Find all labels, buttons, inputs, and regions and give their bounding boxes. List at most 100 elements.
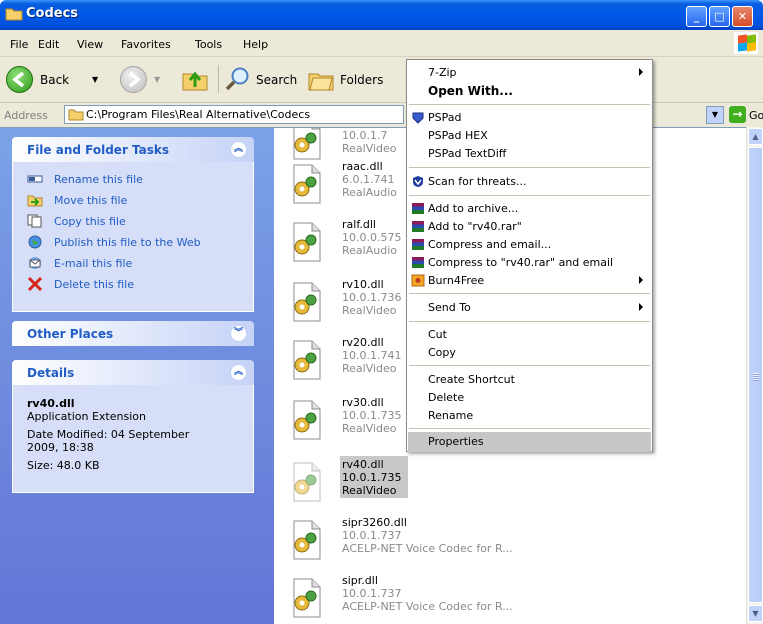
file-version: 10.0.1.741 — [342, 349, 402, 362]
menu-item-pspad[interactable]: PSPad — [408, 108, 651, 128]
menu-item-pspad-hex[interactable]: PSPad HEX — [408, 126, 651, 146]
menu-item-label: Add to "rv40.rar" — [428, 220, 522, 233]
details-type: Application Extension — [27, 410, 146, 423]
panel-title: Other Places — [27, 327, 114, 341]
menu-bar: File Edit View Favorites Tools Help — [0, 30, 763, 57]
submenu-arrow-icon — [639, 276, 643, 284]
menu-item-cut[interactable]: Cut — [408, 325, 651, 345]
panel-header[interactable]: Details ︽ — [12, 360, 254, 385]
menu-item-send-to[interactable]: Send To — [408, 298, 651, 318]
up-folder-icon — [182, 71, 208, 91]
menu-item-burn4free[interactable]: Burn4Free — [408, 271, 651, 291]
file-version: 10.0.1.737 — [342, 529, 402, 542]
delete-x-icon — [27, 277, 43, 291]
title-bar[interactable]: Codecs _ □ ✕ — [0, 0, 763, 30]
menu-item-label: Scan for threats... — [428, 175, 527, 188]
search-icon — [225, 67, 249, 91]
panel-header[interactable]: Other Places ︾ — [12, 321, 254, 346]
menu-item-open-with[interactable]: Open With... — [408, 81, 651, 101]
expand-chevron-icon[interactable]: ︾ — [230, 325, 247, 342]
move-icon — [27, 195, 43, 207]
file-description: RealVideo — [342, 362, 397, 375]
collapse-chevron-icon[interactable]: ︽ — [230, 364, 247, 381]
forward-dropdown-icon[interactable]: ▼ — [154, 75, 160, 84]
menu-item-label: 7-Zip — [428, 66, 457, 79]
file-version: 10.0.1.736 — [342, 291, 402, 304]
address-field[interactable]: C:\Program Files\Real Alternative\Codecs — [64, 105, 404, 124]
menu-file[interactable]: File — [10, 38, 28, 51]
file-item[interactable]: sipr.dll 10.0.1.737 ACELP-NET Voice Code… — [284, 574, 614, 624]
scroll-up-arrow-icon[interactable]: ▲ — [748, 128, 763, 145]
menu-help[interactable]: Help — [243, 38, 268, 51]
task-pane: File and Folder Tasks ︽ Rename this file… — [0, 127, 274, 624]
file-name: sipr3260.dll — [342, 516, 407, 529]
file-description: RealAudio — [342, 186, 397, 199]
minimize-button[interactable]: _ — [686, 6, 707, 27]
menu-item-7zip[interactable]: 7-Zip — [408, 63, 651, 83]
task-publish-web[interactable]: Publish this file to the Web — [27, 235, 237, 253]
close-button[interactable]: ✕ — [732, 6, 753, 27]
menu-item-label: Compress and email... — [428, 238, 552, 251]
task-delete[interactable]: Delete this file — [27, 277, 227, 295]
forward-button[interactable]: ▼ — [120, 65, 172, 95]
winrar-icon — [412, 203, 424, 214]
burn4free-icon — [411, 274, 425, 287]
menu-item-label: Rename — [428, 409, 474, 422]
file-description: ACELP-NET Voice Codec for R... — [342, 542, 513, 555]
winrar-icon — [412, 221, 424, 232]
menu-item-rename[interactable]: Rename — [408, 406, 651, 426]
scroll-down-arrow-icon[interactable]: ▼ — [748, 605, 763, 622]
menu-item-compress-email[interactable]: Compress and email... — [408, 235, 651, 255]
up-folder-button[interactable] — [180, 65, 212, 95]
search-button[interactable]: Search — [224, 65, 304, 95]
menu-tools[interactable]: Tools — [195, 38, 222, 51]
globe-icon — [28, 235, 42, 249]
file-item[interactable]: sipr3260.dll 10.0.1.737 ACELP-NET Voice … — [284, 516, 614, 572]
menu-item-delete[interactable]: Delete — [408, 388, 651, 408]
address-dropdown-button[interactable]: ▼ — [706, 106, 724, 124]
task-email[interactable]: E-mail this file — [27, 256, 227, 274]
task-move[interactable]: Move this file — [27, 193, 227, 211]
dll-file-icon — [293, 128, 321, 160]
panel-title: Details — [27, 366, 75, 380]
task-label: Delete this file — [54, 278, 134, 291]
dll-file-icon — [293, 222, 321, 262]
go-label[interactable]: Go — [749, 109, 763, 122]
menu-item-properties[interactable]: Properties — [408, 432, 651, 452]
file-name: sipr.dll — [342, 574, 378, 587]
menu-item-add-archive[interactable]: Add to archive... — [408, 199, 651, 219]
winrar-icon — [412, 257, 424, 268]
grip-icon — [753, 373, 759, 381]
menu-item-pspad-textdiff[interactable]: PSPad TextDiff — [408, 144, 651, 164]
file-version: 10.0.0.575 — [342, 231, 402, 244]
panel-header[interactable]: File and Folder Tasks ︽ — [12, 137, 254, 162]
go-arrow-icon[interactable]: → — [729, 106, 746, 123]
context-menu: 7-Zip Open With... PSPad PSPad HEX PSPad… — [406, 59, 653, 452]
menu-edit[interactable]: Edit — [38, 38, 59, 51]
vertical-scrollbar[interactable]: ▲ ▼ — [746, 127, 763, 624]
menu-item-copy[interactable]: Copy — [408, 343, 651, 363]
scroll-thumb[interactable] — [748, 147, 763, 603]
details-modified-time: 2009, 18:38 — [27, 441, 94, 454]
other-places-panel: Other Places ︾ — [12, 321, 254, 346]
back-dropdown-icon[interactable]: ▼ — [92, 75, 98, 84]
collapse-chevron-icon[interactable]: ︽ — [230, 141, 247, 158]
file-folder-tasks-panel: File and Folder Tasks ︽ Rename this file… — [12, 137, 254, 312]
file-item-selected[interactable]: rv40.dll 10.0.1.735 RealVideo — [284, 456, 614, 514]
task-rename[interactable]: Rename this file — [27, 172, 227, 190]
folders-button[interactable]: Folders — [306, 65, 394, 95]
menu-item-label: Cut — [428, 328, 447, 341]
menu-view[interactable]: View — [77, 38, 103, 51]
menu-favorites[interactable]: Favorites — [121, 38, 171, 51]
menu-item-create-shortcut[interactable]: Create Shortcut — [408, 370, 651, 390]
maximize-button[interactable]: □ — [709, 6, 730, 27]
address-label: Address — [4, 109, 48, 122]
shield-icon — [413, 176, 423, 187]
menu-item-add-to-rar[interactable]: Add to "rv40.rar" — [408, 217, 651, 237]
file-description: RealVideo — [342, 484, 397, 497]
menu-item-scan-threats[interactable]: Scan for threats... — [408, 172, 651, 192]
back-button[interactable]: Back ▼ — [6, 65, 118, 95]
submenu-arrow-icon — [639, 68, 643, 76]
task-copy[interactable]: Copy this file — [27, 214, 227, 232]
menu-item-compress-rar-email[interactable]: Compress to "rv40.rar" and email — [408, 253, 651, 273]
